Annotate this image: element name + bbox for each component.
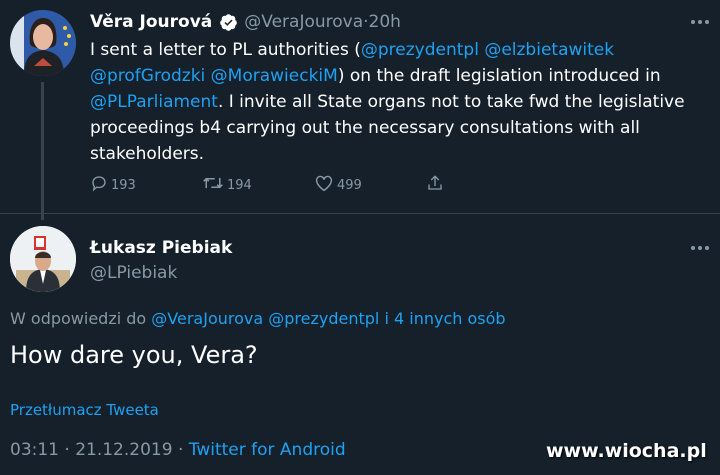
avatar-photo-icon [10,226,76,292]
replying-others[interactable]: i 4 innych osób [379,309,505,328]
reply-meta: 03:11 · 21.12.2019 · Twitter for Android [10,440,346,460]
retweet-action[interactable]: 194 [202,174,252,196]
retweet-count: 194 [227,177,252,193]
replying-mentions[interactable]: @VeraJourova @prezydentpl [151,309,379,328]
lukasz-piebiak-avatar[interactable] [10,226,76,292]
replying-to: W odpowiedzi do @VeraJourova @prezydentp… [10,309,506,328]
reply-text: How dare you, Vera? [10,341,258,369]
author-handle[interactable]: @VeraJourova [244,12,363,32]
replying-prefix: W odpowiedzi do [10,309,152,328]
tweet-divider [0,213,720,214]
reply-action[interactable]: 193 [90,174,136,196]
vera-jourova-avatar[interactable] [10,10,76,76]
thread-connector-line [41,82,44,220]
reply-client[interactable]: Twitter for Android [189,440,346,460]
tweet-header: Věra Jourová @VeraJourova · 20h [90,11,401,33]
watermark: www.wiocha.pl [546,440,707,462]
tweet-actions: 193 194 499 [90,174,450,198]
more-dots-icon[interactable] [690,235,710,256]
reply-icon [90,174,111,196]
more-dots-icon[interactable] [690,9,710,30]
mention-link[interactable]: @prezydentpl [361,40,479,60]
translate-tweet-link[interactable]: Przetłumacz Tweeta [10,401,159,419]
avatar-photo-icon [10,10,76,76]
share-icon [426,174,447,196]
verified-badge-icon [219,13,238,32]
like-count: 499 [337,177,362,193]
mention-link[interactable]: @profGrodzki [90,66,205,86]
retweet-icon [202,174,227,196]
mention-link[interactable]: @elzbietawitek [484,40,614,60]
tweet-text-segment: I sent a letter to PL authorities ( [90,40,361,60]
reply-count: 193 [111,177,136,193]
tweet-text-segment: ) on the draft legislation introduced in [337,66,661,86]
mention-link[interactable]: @MorawieckiM [211,66,338,86]
author-name[interactable]: Věra Jourová [90,12,212,32]
tweet-time[interactable]: 20h [369,12,401,32]
reply-timestamp[interactable]: 03:11 · 21.12.2019 · [10,440,189,460]
reply-author-name[interactable]: Łukasz Piebiak [90,238,232,258]
like-action[interactable]: 499 [314,174,362,196]
reply-author-handle[interactable]: @LPiebiak [90,263,177,283]
heart-icon [314,174,337,196]
share-action[interactable] [426,174,447,196]
tweet-text: I sent a letter to PL authorities (@prez… [90,37,705,167]
mention-link[interactable]: @PLParliament [90,92,218,112]
